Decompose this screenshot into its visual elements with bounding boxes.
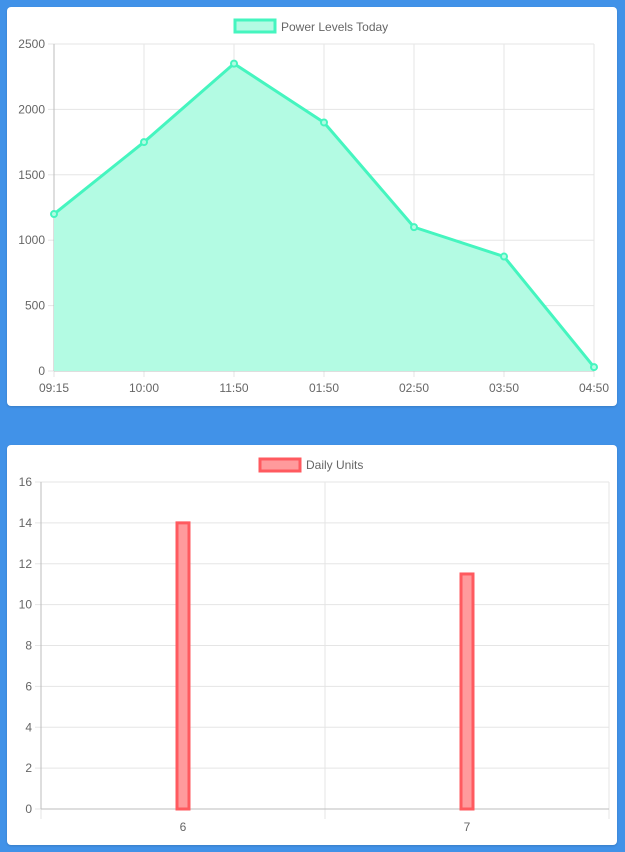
legend-swatch (233, 18, 277, 34)
power-area-chart: Power Levels Today 0 500 1000 1500 2000 2500 0… (18, 18, 609, 395)
data-point[interactable] (50, 210, 58, 219)
x-tick-label: 04:50 (579, 381, 609, 395)
y-tick-label: 2 (25, 761, 32, 775)
chart-legend[interactable]: Daily Units (258, 457, 363, 473)
y-tick-label: 1000 (18, 233, 45, 247)
units-chart-card: Daily Units 0 2 4 6 8 10 12 14 16 6 7 (7, 445, 617, 845)
legend-label: Power Levels Today (281, 20, 388, 34)
y-tick-label: 16 (19, 475, 33, 489)
x-tick-label: 01:50 (309, 381, 339, 395)
legend-swatch (258, 457, 302, 473)
power-chart-card: Power Levels Today 0 500 1000 1500 2000 2500 0… (7, 7, 617, 406)
y-tick-label: 10 (19, 598, 33, 612)
data-point[interactable] (410, 223, 418, 232)
y-tick-label: 4 (25, 720, 32, 734)
x-tick-label: 11:50 (219, 381, 248, 395)
x-tick-label: 10:00 (129, 381, 159, 395)
legend-label: Daily Units (306, 458, 363, 472)
x-tick-label: 02:50 (399, 381, 429, 395)
y-tick-label: 1500 (18, 168, 45, 182)
bar[interactable] (175, 521, 191, 811)
data-point[interactable] (500, 252, 508, 261)
x-tick-label: 09:15 (39, 381, 69, 395)
y-tick-label: 2000 (18, 102, 45, 116)
y-tick-label: 0 (38, 364, 45, 378)
x-tick-label: 7 (464, 820, 471, 834)
bar[interactable] (459, 572, 475, 811)
y-tick-label: 6 (25, 679, 32, 693)
x-tick-label: 03:50 (489, 381, 519, 395)
data-point[interactable] (140, 138, 148, 147)
chart-legend[interactable]: Power Levels Today (233, 18, 388, 34)
y-tick-label: 0 (25, 802, 32, 816)
y-tick-label: 14 (19, 516, 33, 530)
y-tick-label: 12 (19, 557, 33, 571)
units-bar-chart: Daily Units 0 2 4 6 8 10 12 14 16 6 7 (19, 457, 610, 834)
y-tick-label: 2500 (18, 37, 45, 51)
data-point[interactable] (590, 363, 598, 372)
y-tick-label: 8 (25, 639, 32, 653)
data-point[interactable] (230, 59, 238, 68)
y-tick-label: 500 (25, 299, 45, 313)
x-tick-label: 6 (180, 820, 187, 834)
data-point[interactable] (320, 118, 328, 127)
